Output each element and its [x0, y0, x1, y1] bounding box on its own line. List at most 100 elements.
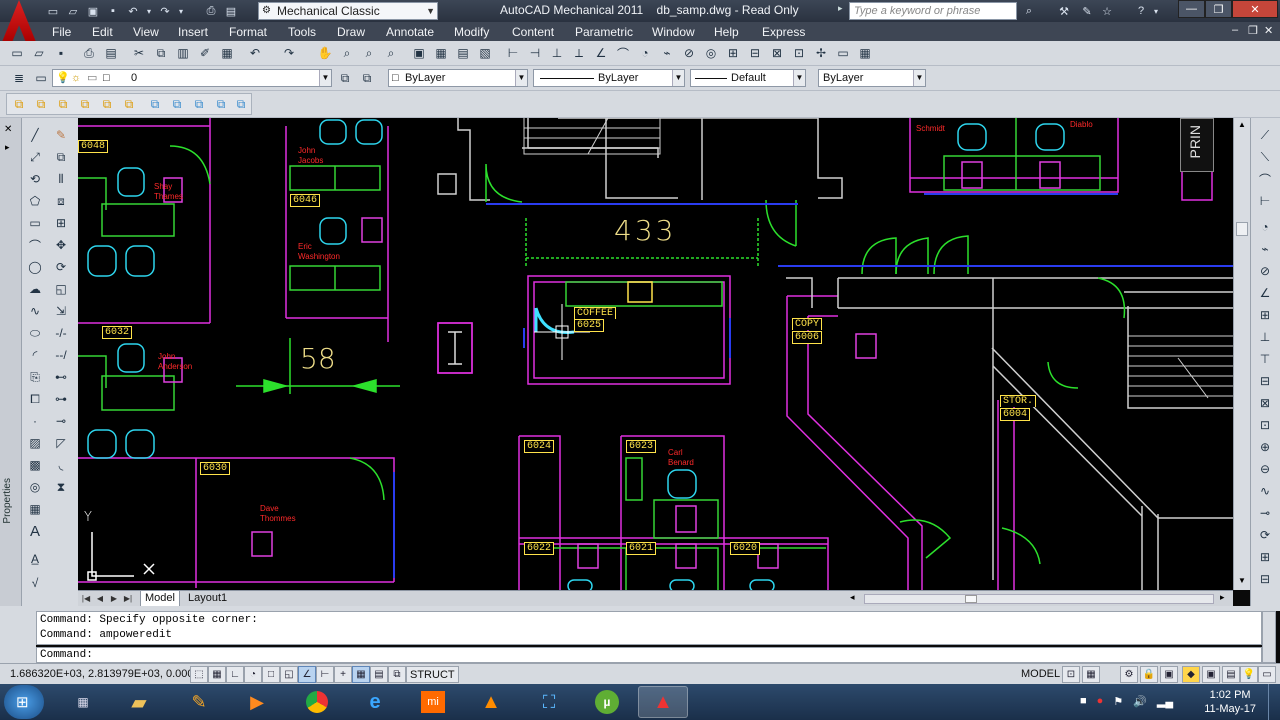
save-icon[interactable]: ▪: [104, 2, 122, 20]
preview-icon[interactable]: ▤: [102, 44, 120, 62]
hardware-acceleration-button[interactable]: ▣: [1160, 666, 1178, 683]
polygon-icon[interactable]: ⬠: [26, 192, 44, 210]
layer-isolate-icon[interactable]: ⧉: [54, 95, 72, 113]
doc-close-icon[interactable]: ✕: [1264, 24, 1273, 37]
model-space-button[interactable]: MODEL: [1018, 666, 1063, 683]
dim-angular-right-icon[interactable]: ∠: [1256, 284, 1274, 302]
dim-space-icon[interactable]: ⊟: [746, 44, 764, 62]
prev-tab-icon[interactable]: ◀: [94, 592, 106, 606]
erase-icon[interactable]: ✎: [52, 126, 70, 144]
dim-aligned-right-icon[interactable]: ⟍: [1256, 148, 1274, 166]
taskbar-snipping-tool[interactable]: ⛶: [524, 686, 574, 718]
close-button[interactable]: ✕: [1232, 0, 1278, 18]
stretch-icon[interactable]: ⇲: [52, 302, 70, 320]
doc-restore-icon[interactable]: ❐: [1248, 24, 1258, 37]
selection-cycling-button[interactable]: ⧉: [388, 666, 406, 683]
search-binoculars-icon[interactable]: ⌕: [1020, 2, 1038, 20]
dim-continue-icon[interactable]: ◎: [702, 44, 720, 62]
chamfer-icon[interactable]: ◸: [52, 434, 70, 452]
inspect-icon[interactable]: ▭: [834, 44, 852, 62]
undo-dropdown-icon[interactable]: ▾: [144, 2, 154, 20]
dim-baseline-icon[interactable]: ⟂: [570, 44, 588, 62]
isolate-objects-button[interactable]: ◆: [1182, 666, 1200, 683]
menu-draw[interactable]: Draw: [337, 25, 365, 39]
menu-help[interactable]: Help: [714, 25, 739, 39]
scale-icon[interactable]: ◱: [52, 280, 70, 298]
dim-arc-icon[interactable]: ⌒: [614, 44, 632, 62]
taskbar-explorer[interactable]: ▰: [114, 686, 164, 718]
dim-radius-right-icon[interactable]: ◔: [1256, 218, 1274, 236]
show-desktop-button[interactable]: [1268, 684, 1280, 720]
dim-angular-icon[interactable]: ∠: [592, 44, 610, 62]
print-palette-tab[interactable]: PRIN: [1180, 118, 1214, 172]
horizontal-scrollbar[interactable]: [864, 594, 1214, 604]
zoom-realtime-icon[interactable]: ⌕: [338, 44, 356, 62]
break-at-point-icon[interactable]: ⊷: [52, 368, 70, 386]
zoom-window-icon[interactable]: ⌕: [360, 44, 378, 62]
subscription-icon[interactable]: ⚒: [1055, 2, 1073, 20]
flag-icon[interactable]: ⚑: [1113, 695, 1123, 708]
dim-ordinate-right-icon[interactable]: ⊢: [1256, 192, 1274, 210]
extend-icon[interactable]: --/: [52, 346, 70, 364]
copy-object-icon[interactable]: ⧉: [52, 148, 70, 166]
region-icon[interactable]: ◎: [26, 478, 44, 496]
mtext-icon[interactable]: A: [26, 522, 44, 540]
record-icon[interactable]: ●: [1097, 695, 1104, 708]
object-snap-button[interactable]: □: [262, 666, 280, 683]
layer-match-icon[interactable]: ⧉: [32, 95, 50, 113]
minimize-button[interactable]: —: [1178, 0, 1205, 18]
undo-icon[interactable]: ↶: [124, 2, 142, 20]
taskbar-media-player[interactable]: ▶: [232, 686, 282, 718]
allow-ucs-button[interactable]: ⊢: [316, 666, 334, 683]
workspace-icon[interactable]: ▤: [222, 2, 240, 20]
quick-properties-button[interactable]: ▤: [370, 666, 388, 683]
polyline-icon[interactable]: ⟲: [26, 170, 44, 188]
taskbar-feather-app[interactable]: ✎: [174, 686, 224, 718]
plotstyle-select[interactable]: ByLayer ▼: [818, 69, 926, 87]
scroll-thumb[interactable]: [1236, 222, 1248, 236]
spline-icon[interactable]: ∿: [26, 302, 44, 320]
xline-icon[interactable]: ⤢: [26, 148, 44, 166]
taskbar-autocad[interactable]: ▲: [638, 686, 688, 718]
last-tab-icon[interactable]: ▶|: [122, 592, 134, 606]
menu-annotate[interactable]: Annotate: [386, 25, 434, 39]
design-center-icon[interactable]: ▦: [432, 44, 450, 62]
menu-window[interactable]: Window: [652, 25, 695, 39]
dim-radius-icon[interactable]: ◔: [636, 44, 654, 62]
stop-icon[interactable]: ■: [1080, 695, 1087, 708]
cut-icon[interactable]: ✂: [130, 44, 148, 62]
taskbar-internet-explorer[interactable]: e: [350, 686, 400, 718]
make-block-icon[interactable]: ⧠: [26, 390, 44, 408]
dim-jogged-right-icon[interactable]: ⌁: [1256, 240, 1274, 258]
linetype-select[interactable]: ByLayer ▼: [533, 69, 685, 87]
gradient-icon[interactable]: ▩: [26, 456, 44, 474]
sheet-set-icon[interactable]: ▧: [476, 44, 494, 62]
ortho-mode-button[interactable]: ∟: [226, 666, 244, 683]
menu-view[interactable]: View: [133, 25, 159, 39]
menu-content[interactable]: Content: [512, 25, 554, 39]
join-icon[interactable]: ⊸: [52, 412, 70, 430]
dim-aligned-icon[interactable]: ⊣: [526, 44, 544, 62]
properties-palette-strip[interactable]: ✕ ▸ Properties: [0, 118, 22, 610]
help-icon[interactable]: ?: [1132, 2, 1150, 20]
taskbar-mi-app[interactable]: mi: [408, 686, 458, 718]
redo-dropdown-icon[interactable]: ▾: [176, 2, 186, 20]
rectangle-icon[interactable]: ▭: [26, 214, 44, 232]
layer-state-icon[interactable]: ▭: [32, 69, 50, 87]
layer-on-icon[interactable]: ⧉: [168, 95, 186, 113]
plot-file-icon[interactable]: ⎙: [80, 44, 98, 62]
search-input[interactable]: Type a keyword or phrase: [849, 2, 1017, 20]
dim-update-right-icon[interactable]: ⟳: [1256, 526, 1274, 544]
palette-autohide-icon[interactable]: ▸: [5, 142, 10, 153]
scroll-down-icon[interactable]: ▼: [1238, 576, 1246, 585]
palette-close-icon[interactable]: ✕: [4, 124, 12, 135]
properties-icon[interactable]: ▣: [410, 44, 428, 62]
layer-previous-icon[interactable]: ⧉: [358, 69, 376, 87]
ellipse-icon[interactable]: ⬭: [26, 324, 44, 342]
dim-baseline-right-icon[interactable]: ⊥: [1256, 328, 1274, 346]
dim-text-edit-right-icon[interactable]: ⊸: [1256, 504, 1274, 522]
tolerance-right-icon[interactable]: ⊡: [1256, 416, 1274, 434]
menu-format[interactable]: Format: [229, 25, 267, 39]
point-icon[interactable]: ·: [26, 412, 44, 430]
tab-layout1[interactable]: Layout1: [184, 591, 231, 607]
